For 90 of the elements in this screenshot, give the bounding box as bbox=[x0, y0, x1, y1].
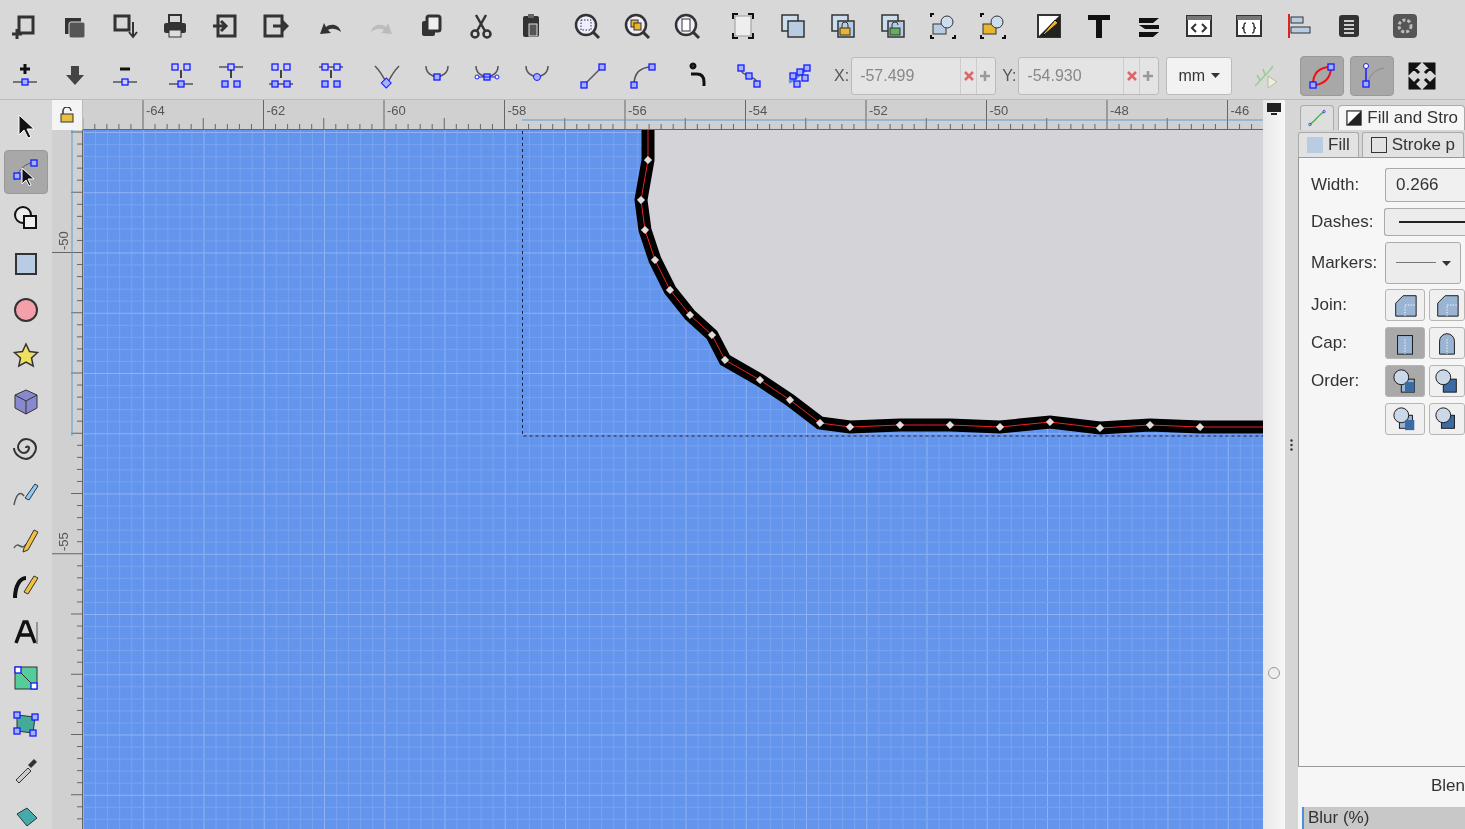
rectangle-icon[interactable] bbox=[12, 250, 40, 278]
field-label: Markers: bbox=[1311, 252, 1379, 275]
printer-icon[interactable] bbox=[161, 12, 189, 40]
path-effect-icon[interactable] bbox=[1308, 109, 1327, 127]
field-label: Join: bbox=[1311, 294, 1348, 317]
option-button[interactable] bbox=[1385, 327, 1425, 359]
solid-line-icon bbox=[1399, 221, 1465, 223]
join-nodes-icon[interactable] bbox=[167, 61, 195, 90]
caret-icon bbox=[1441, 260, 1451, 266]
monitor-icon[interactable] bbox=[1266, 102, 1282, 116]
node-tool-icon[interactable] bbox=[12, 158, 40, 186]
xml-editor-icon[interactable] bbox=[1185, 12, 1213, 40]
zoom-selection-icon[interactable] bbox=[573, 12, 601, 40]
page-corners-icon[interactable] bbox=[729, 12, 757, 40]
text-tool-letter-icon[interactable] bbox=[1085, 12, 1113, 40]
stacked-squares-icon[interactable] bbox=[779, 12, 807, 40]
marker-line-icon bbox=[1395, 262, 1436, 264]
x-label: X: bbox=[834, 65, 850, 86]
ruler-label: -50 bbox=[56, 231, 71, 250]
circle-icon[interactable] bbox=[12, 296, 40, 324]
option-button[interactable] bbox=[1385, 403, 1425, 435]
blur-heading: Blur (%) bbox=[1302, 807, 1465, 829]
pen-nib-icon[interactable] bbox=[1345, 109, 1364, 127]
line-segment-icon[interactable] bbox=[579, 61, 607, 90]
subtab[interactable]: Fill bbox=[1298, 132, 1359, 157]
circle-square-icon[interactable] bbox=[12, 204, 40, 232]
ruler-label: -50 bbox=[989, 103, 1009, 118]
field-label: Width: bbox=[1311, 174, 1361, 197]
curve-handles-icon[interactable] bbox=[1308, 61, 1337, 90]
pen-nib-icon[interactable] bbox=[1035, 12, 1063, 40]
curve-segment-icon[interactable] bbox=[629, 61, 657, 90]
stroke-swatch-icon bbox=[1370, 137, 1387, 153]
field-label: Dashes: bbox=[1311, 211, 1375, 234]
zoom-page-icon[interactable] bbox=[673, 12, 701, 40]
dash-pattern-dropdown[interactable] bbox=[1384, 208, 1465, 236]
ruler-label: -46 bbox=[1230, 103, 1250, 118]
scroll-thumb[interactable] bbox=[1268, 667, 1280, 679]
document-download-icon[interactable] bbox=[111, 12, 139, 40]
export-icon[interactable] bbox=[261, 12, 289, 40]
text-letter-icon[interactable] bbox=[12, 618, 40, 646]
lock-icon[interactable] bbox=[60, 107, 74, 123]
shape-drawing[interactable] bbox=[634, 130, 1263, 435]
group-icon[interactable] bbox=[929, 12, 957, 40]
toggle-button[interactable] bbox=[1350, 55, 1395, 96]
grip-icon[interactable] bbox=[1290, 438, 1293, 451]
clear-icon[interactable] bbox=[1123, 57, 1140, 94]
clear-icon[interactable] bbox=[960, 57, 977, 94]
delete-segment-icon[interactable] bbox=[317, 61, 345, 90]
unlocked-squares-icon[interactable] bbox=[879, 12, 907, 40]
locked-squares-icon[interactable] bbox=[829, 12, 857, 40]
star-icon[interactable] bbox=[12, 342, 40, 370]
y-label: Y: bbox=[1002, 65, 1017, 86]
zoom-drawing-icon[interactable] bbox=[623, 12, 651, 40]
vertical-scrollbar[interactable] bbox=[1263, 100, 1285, 829]
join-segment-icon[interactable] bbox=[267, 61, 295, 90]
toggle-button[interactable] bbox=[1300, 55, 1345, 96]
field-label: Cap: bbox=[1311, 332, 1348, 355]
ruler-label: -55 bbox=[56, 532, 71, 551]
paint-order-icon[interactable] bbox=[1392, 368, 1418, 394]
ruler-label: -48 bbox=[1110, 103, 1129, 118]
ruler-label: -60 bbox=[387, 103, 406, 118]
import-icon[interactable] bbox=[211, 12, 239, 40]
subtab[interactable]: Stroke p bbox=[1361, 132, 1465, 157]
ruler-label: -54 bbox=[748, 103, 768, 118]
tool-button[interactable] bbox=[4, 150, 48, 194]
option-button[interactable] bbox=[1385, 289, 1425, 321]
css-editor-icon[interactable] bbox=[1235, 12, 1263, 40]
expand-arrows-icon[interactable] bbox=[1408, 61, 1437, 90]
gradient-icon[interactable] bbox=[12, 664, 40, 692]
ruler-label: -62 bbox=[266, 103, 286, 118]
mesh-icon[interactable] bbox=[12, 710, 40, 738]
fill-swatch-icon bbox=[1307, 137, 1323, 153]
ruler-label: -56 bbox=[628, 103, 647, 118]
join-icon[interactable] bbox=[1392, 292, 1418, 318]
ruler-label: -58 bbox=[507, 103, 527, 118]
field-label: Order: bbox=[1311, 370, 1361, 393]
caret-icon bbox=[1211, 73, 1221, 78]
scissors-icon[interactable] bbox=[467, 12, 495, 40]
blend-label: Blen bbox=[1430, 775, 1465, 798]
width-field[interactable]: 0.266 bbox=[1385, 168, 1465, 202]
option-button[interactable] bbox=[1385, 365, 1425, 397]
break-path-icon[interactable] bbox=[217, 61, 245, 90]
align-icon[interactable] bbox=[1285, 12, 1313, 40]
panel-tab[interactable]: Fill and Stro bbox=[1338, 105, 1465, 130]
ungroup-icon[interactable] bbox=[979, 12, 1007, 40]
ruler-label: -52 bbox=[869, 103, 888, 118]
unit-dropdown[interactable]: mm bbox=[1166, 56, 1233, 95]
marker-dropdown[interactable] bbox=[1385, 242, 1461, 284]
ruler-label: -64 bbox=[146, 103, 165, 118]
cube-icon[interactable] bbox=[12, 388, 40, 416]
